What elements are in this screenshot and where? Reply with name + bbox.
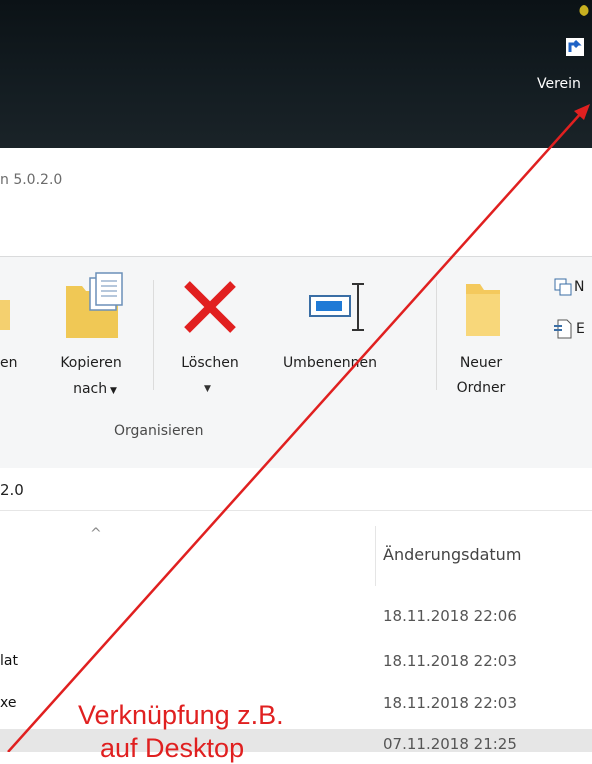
delete-icon [184,281,236,333]
delete-label[interactable]: Löschen [163,355,257,371]
file-name[interactable]: xe [0,695,16,711]
file-date: 18.11.2018 22:03 [383,652,517,670]
copy-to-label-line2[interactable]: nach ▼ [55,381,135,397]
move-to-icon[interactable] [0,300,10,330]
rename-label[interactable]: Umbenennen [264,355,396,371]
copy-to-button[interactable] [62,272,124,342]
file-name[interactable]: lat [0,653,18,669]
table-row[interactable]: 18.11.2018 22:06 [0,602,592,632]
copy-to-icon [66,272,123,338]
column-divider[interactable] [375,526,376,586]
dropdown-arrow-icon: ▼ [107,386,117,396]
annotation-text: Verknüpfung z.B. auf Desktop [78,700,284,764]
rename-button[interactable] [308,280,372,336]
desktop-background [0,0,592,148]
column-header-date-modified[interactable]: Änderungsdatum [383,545,521,564]
ribbon-separator [153,280,154,390]
sort-ascending-icon[interactable]: ^ [90,526,102,542]
desktop-shortcut-icon[interactable] [562,0,592,70]
new-folder-button[interactable] [462,278,504,340]
file-date: 18.11.2018 22:06 [383,607,517,625]
annotation-line1: Verknüpfung z.B. [78,700,284,730]
new-item-icon[interactable] [553,277,573,297]
copy-to-label-line1[interactable]: Kopieren [40,355,142,371]
move-to-button-label[interactable]: en [0,355,18,371]
delete-dropdown-icon[interactable]: ▼ [204,384,211,394]
annotation-line2: auf Desktop [100,733,245,763]
file-date: 18.11.2018 22:03 [383,694,517,712]
ribbon-group-label: Organisieren [114,423,204,439]
table-row[interactable]: lat 18.11.2018 22:03 [0,647,592,677]
ribbon-separator [436,280,437,390]
easy-access-icon[interactable] [553,318,573,340]
new-folder-icon [466,284,500,336]
new-folder-label-line1[interactable]: Neuer [446,355,516,371]
window-title: n 5.0.2.0 [0,172,63,188]
address-bar[interactable] [0,468,592,511]
delete-button[interactable] [179,278,241,338]
easy-access-label[interactable]: E [576,321,585,337]
window-titlebar [0,148,592,256]
address-path[interactable]: 2.0 [0,481,24,499]
new-item-label[interactable]: N [574,279,584,295]
desktop-shortcut-label[interactable]: Verein [537,76,581,92]
rename-icon [309,283,364,331]
new-folder-label-line2[interactable]: Ordner [446,380,516,396]
file-date: 07.11.2018 21:25 [383,735,517,752]
